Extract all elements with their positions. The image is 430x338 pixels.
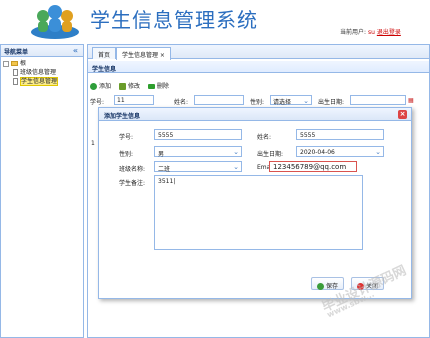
- chevron-down-icon: ⌄: [233, 148, 239, 156]
- nav-panel: 导航菜单 « 根 班级信息管理 学生信息管理: [0, 44, 84, 338]
- delete-label: 删除: [156, 83, 169, 90]
- add-student-dialog: 添加学生信息 × 学号: 5555 姓名: 5555 性别: 男 ⌄ 出生日期: …: [98, 107, 412, 299]
- remark-textarea[interactable]: 3511|: [154, 175, 363, 250]
- cancel-icon: [357, 283, 364, 290]
- gender-label: 性别:: [119, 151, 134, 158]
- save-button[interactable]: 保存: [311, 277, 345, 290]
- tab-student[interactable]: 学生信息管理 ×: [116, 47, 171, 60]
- search-name-input[interactable]: [194, 95, 244, 105]
- check-icon: [317, 283, 324, 290]
- gender-select[interactable]: 男 ⌄: [154, 146, 242, 158]
- cancel-label: 关闭: [366, 283, 379, 290]
- add-label: 添加: [99, 83, 112, 90]
- current-user: 当前用户: su 退出登录: [340, 27, 401, 36]
- dialog-title: 添加学生信息: [104, 113, 141, 120]
- current-user-label: 当前用户:: [340, 29, 367, 36]
- birth-label: 出生日期:: [257, 151, 284, 158]
- search-gender-label: 性别:: [250, 99, 265, 106]
- logout-link[interactable]: 退出登录: [377, 29, 401, 36]
- sidebar-item-label: 学生信息管理: [20, 77, 59, 86]
- no-label: 学号:: [119, 134, 134, 141]
- edit-label: 修改: [127, 83, 140, 90]
- calendar-icon[interactable]: ▦: [408, 97, 414, 104]
- grid-row-number: 1: [91, 140, 95, 147]
- name-input[interactable]: 5555: [296, 129, 384, 140]
- search-no-input[interactable]: 11: [114, 95, 154, 105]
- edit-button[interactable]: 修改: [118, 81, 140, 90]
- remark-label: 学生备注:: [119, 180, 146, 187]
- birth-input[interactable]: 2020-04-06 ⌄: [296, 146, 384, 157]
- dialog-header: 添加学生信息 ×: [99, 108, 411, 121]
- delete-icon: [147, 84, 155, 89]
- expand-icon[interactable]: [3, 60, 9, 67]
- tree-root-label: 根: [20, 60, 27, 67]
- email-field[interactable]: 123456789@qq.com: [269, 161, 357, 172]
- file-icon: [13, 78, 18, 85]
- nav-header: 导航菜单 «: [1, 45, 83, 57]
- birth-value: 2020-04-06: [300, 149, 335, 156]
- chevron-down-icon: ⌄: [303, 97, 309, 105]
- tab-home[interactable]: 首页: [92, 47, 117, 59]
- class-select[interactable]: 二班 ⌄: [154, 161, 242, 173]
- users-logo-icon: [30, 2, 80, 40]
- folder-icon: [11, 61, 18, 66]
- name-label: 姓名:: [257, 134, 272, 141]
- add-button[interactable]: 添加: [90, 81, 111, 90]
- current-user-name: su: [367, 29, 375, 36]
- search-birth-label: 出生日期:: [318, 99, 345, 106]
- nav-tree: 根 班级信息管理 学生信息管理: [1, 57, 83, 88]
- collapse-icon[interactable]: «: [73, 46, 78, 55]
- search-gender-value: 请选择: [273, 99, 292, 106]
- sidebar-item-label: 班级信息管理: [20, 69, 57, 76]
- add-icon: [90, 83, 97, 90]
- no-input[interactable]: 5555: [154, 129, 242, 140]
- search-no-label: 学号:: [90, 99, 105, 106]
- class-label: 班级名称:: [119, 166, 146, 173]
- tree-root[interactable]: 根: [3, 59, 81, 68]
- file-icon: [13, 69, 18, 76]
- close-icon[interactable]: ×: [398, 110, 407, 119]
- app-title: 学生信息管理系统: [90, 8, 258, 32]
- sidebar-item-class[interactable]: 班级信息管理: [3, 68, 81, 77]
- chevron-down-icon: ⌄: [233, 163, 239, 171]
- nav-title: 导航菜单: [4, 49, 29, 56]
- chevron-down-icon: ⌄: [375, 148, 381, 156]
- search-bar: 学号: 11 姓名: 性别: 请选择 ⌄ 出生日期: ▦: [90, 95, 430, 107]
- delete-button[interactable]: 删除: [147, 81, 169, 90]
- class-value: 二班: [158, 166, 171, 173]
- pencil-icon: [118, 83, 126, 90]
- tab-bar: 首页 学生信息管理 ×: [88, 45, 429, 60]
- toolbar: 添加 修改 删除: [90, 81, 175, 90]
- search-birth-input[interactable]: [350, 95, 406, 105]
- panel-title: 学生信息: [88, 61, 429, 73]
- cancel-button[interactable]: 关闭: [351, 277, 385, 290]
- sidebar-item-student[interactable]: 学生信息管理: [3, 77, 81, 86]
- save-label: 保存: [326, 283, 339, 290]
- app-header: 学生信息管理系统 当前用户: su 退出登录: [0, 0, 430, 42]
- search-name-label: 姓名:: [174, 99, 189, 106]
- gender-value: 男: [158, 151, 165, 158]
- search-gender-select[interactable]: 请选择 ⌄: [270, 95, 312, 106]
